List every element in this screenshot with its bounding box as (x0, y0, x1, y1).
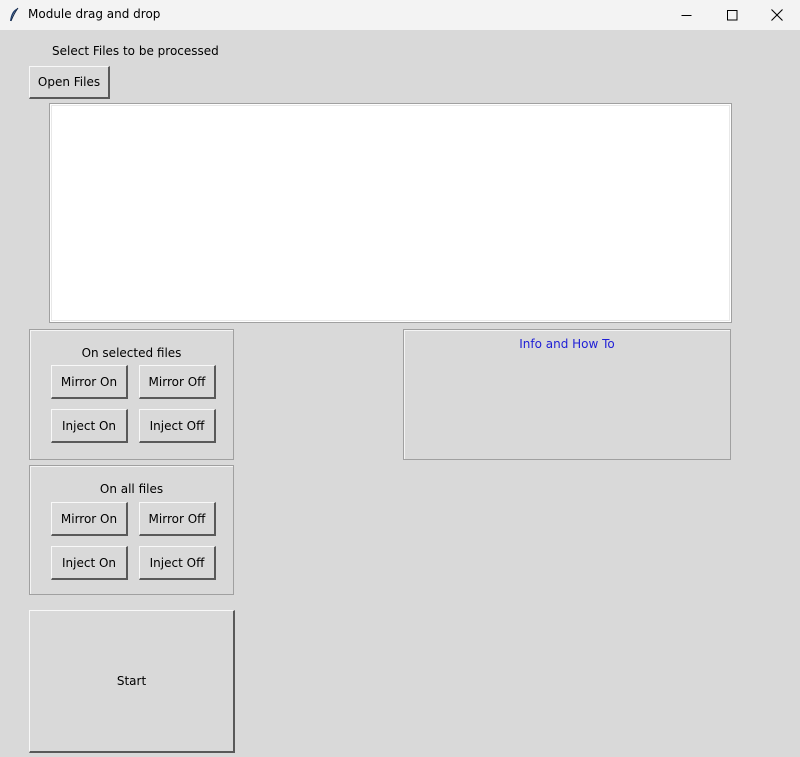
selected-inject-off-button[interactable]: Inject Off (139, 409, 216, 443)
info-how-to-link[interactable]: Info and How To (404, 337, 730, 351)
all-inject-on-button[interactable]: Inject On (51, 546, 128, 580)
start-button[interactable]: Start (29, 610, 235, 753)
maximize-button[interactable] (709, 0, 755, 30)
close-icon (771, 9, 783, 21)
open-files-button[interactable]: Open Files (29, 66, 110, 99)
feather-icon (8, 7, 20, 23)
file-listbox[interactable] (49, 103, 732, 323)
maximize-icon (726, 9, 738, 21)
all-inject-off-button[interactable]: Inject Off (139, 546, 216, 580)
minimize-button[interactable] (663, 0, 709, 30)
selected-inject-on-button[interactable]: Inject On (51, 409, 128, 443)
close-button[interactable] (754, 0, 800, 30)
selected-mirror-off-button[interactable]: Mirror Off (139, 365, 216, 399)
minimize-icon (681, 10, 692, 21)
selected-files-title: On selected files (81, 346, 182, 360)
select-files-label: Select Files to be processed (52, 44, 219, 58)
all-files-title: On all files (99, 482, 164, 496)
all-mirror-on-button[interactable]: Mirror On (51, 502, 128, 536)
selected-files-frame: On selected files Mirror On Mirror Off I… (29, 329, 234, 460)
all-files-frame: On all files Mirror On Mirror Off Inject… (29, 465, 234, 595)
window-title: Module drag and drop (28, 7, 161, 21)
selected-mirror-on-button[interactable]: Mirror On (51, 365, 128, 399)
info-frame: Info and How To (403, 329, 731, 460)
title-bar: Module drag and drop (0, 0, 800, 30)
all-mirror-off-button[interactable]: Mirror Off (139, 502, 216, 536)
